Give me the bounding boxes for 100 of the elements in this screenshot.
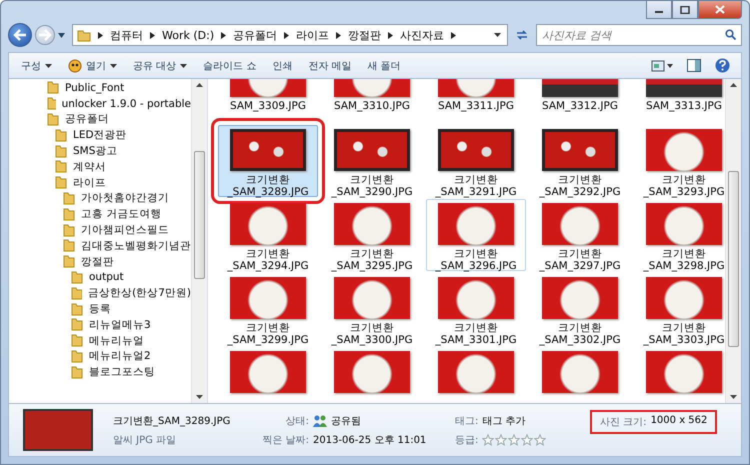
file-thumbnail-item[interactable]: 크기변환 _SAM_3296.JPG (426, 199, 526, 271)
folder-icon (63, 224, 75, 237)
scroll-down-icon[interactable] (730, 395, 737, 399)
toolbar-button[interactable]: 공유 대상 (127, 56, 194, 76)
breadcrumb-arrow-icon[interactable] (284, 32, 290, 38)
folder-icon (63, 192, 75, 205)
toolbar-button[interactable]: 구성 (15, 56, 58, 76)
file-thumbnail-item[interactable]: 크기변환 _SAM_3290.JPG (322, 125, 422, 197)
breadcrumb-item[interactable]: 사진자료 (400, 28, 444, 42)
file-thumbnail-item[interactable]: 크기변환 _SAM_3291.JPG (426, 125, 526, 197)
tree-item[interactable]: 깡절판 (9, 254, 191, 270)
star-icon[interactable] (482, 434, 494, 446)
close-icon (715, 5, 725, 14)
folder-icon (71, 318, 83, 332)
breadcrumb-item[interactable]: 컴퓨터 (110, 28, 143, 42)
file-thumbnail-item[interactable]: SAM_3311.JPG (426, 79, 526, 123)
star-icon[interactable] (495, 434, 508, 446)
folder-name: 라이프 (73, 176, 106, 190)
tree-item[interactable]: SMS광고 (9, 143, 191, 159)
tree-item[interactable]: Public_Font (9, 80, 191, 96)
tree-item[interactable]: 메뉴리뉴얼2 (9, 348, 191, 364)
breadcrumb-arrow-icon[interactable] (451, 32, 456, 38)
field-label: 태그: (455, 414, 478, 428)
scrollbar[interactable] (191, 79, 207, 403)
file-thumbnail-item[interactable]: 크기변환 _SAM_3293.JPG (634, 125, 725, 197)
field-label: 상태: (284, 414, 309, 428)
file-thumbnail-item[interactable]: 크기변환 _SAM_3302.JPG (530, 273, 630, 345)
tree-item[interactable]: 가아첫홈야간경기 (9, 190, 191, 206)
tree-item[interactable]: 고흥 거금도여행 (9, 206, 191, 222)
breadcrumb-item[interactable]: 깡절판 (348, 28, 382, 42)
breadcrumb-arrow-icon[interactable] (150, 32, 155, 38)
file-thumbnail-item[interactable]: 크기변환 _SAM_3294.JPG (218, 199, 318, 271)
scroll-down-icon[interactable] (196, 395, 203, 399)
file-thumbnail-item[interactable]: 크기변환 _SAM_3298.JPG (634, 199, 725, 271)
toolbar-button[interactable]: 인쇄 (266, 56, 298, 76)
breadcrumb-arrow-icon[interactable] (388, 32, 394, 38)
file-name: SAM_3311.JPG (438, 100, 514, 112)
folder-name: 김대중노벨평화기념관 (81, 238, 191, 253)
address-bar[interactable]: 컴퓨터 Work (D:) 공유폴더 라이프 깡절판 사진자료 (72, 24, 508, 46)
tree-item[interactable]: 라이프 (9, 174, 191, 191)
file-thumbnail-item[interactable]: SAM_3313.JPG (634, 79, 725, 123)
star-icon[interactable] (508, 434, 520, 446)
tree-item[interactable]: 메뉴리뉴얼 (9, 332, 191, 349)
file-thumbnail-item[interactable]: 크기변환 _SAM_3303.JPG (634, 273, 725, 345)
folder-name: 가아첫홈야간경기 (81, 191, 169, 206)
tree-item[interactable]: 등록 (9, 301, 191, 317)
toolbar-button[interactable]: 새 폴더 (362, 56, 407, 76)
file-name: 크기변환 _SAM_3291.JPG (435, 174, 517, 198)
tree-item[interactable]: unlocker 1.9.0 - portable (9, 96, 191, 112)
back-arrow-icon (13, 29, 27, 41)
file-thumbnail-item[interactable]: 크기변환 _SAM_3299.JPG (218, 273, 318, 345)
scroll-thumb[interactable] (194, 151, 205, 279)
minimize-button[interactable] (646, 1, 672, 19)
search-field[interactable]: 사진자료 검색 (536, 24, 742, 46)
tree-item[interactable]: 공유폴더 (9, 112, 191, 128)
back-button[interactable] (8, 23, 32, 47)
folder-name: 깡절판 (81, 254, 114, 269)
star-icon[interactable] (534, 434, 546, 446)
maximize-button[interactable] (672, 1, 698, 19)
caret-icon[interactable] (58, 32, 65, 38)
toolbar-button[interactable]: 전자 메일 (302, 56, 358, 76)
file-thumbnail-item[interactable]: 크기변환 _SAM_3295.JPG (322, 199, 422, 271)
toolbar-button[interactable]: 열기 (62, 56, 123, 76)
forward-arrow-icon (38, 29, 52, 41)
breadcrumb-item[interactable]: Work (D:) (162, 28, 214, 42)
breadcrumb-arrow-icon[interactable] (98, 32, 103, 38)
file-thumbnail-item[interactable]: SAM_3312.JPG (530, 79, 630, 123)
scrollbar[interactable] (725, 79, 741, 403)
caret-icon (45, 64, 52, 68)
file-name: 크기변환 _SAM_3303.JPG (643, 322, 725, 346)
file-thumbnail-item[interactable]: 크기변환 _SAM_3301.JPG (426, 273, 526, 345)
file-thumbnail-item[interactable]: 크기변환 _SAM_3292.JPG (530, 125, 630, 197)
tree-item[interactable]: 기아챔피언스필드 (9, 222, 191, 238)
scroll-up-icon[interactable] (196, 83, 203, 87)
tree-item[interactable]: 계약서 (9, 158, 191, 175)
close-button[interactable] (698, 1, 742, 19)
tree-item[interactable]: LED전광판 (9, 127, 191, 144)
scroll-up-icon[interactable] (730, 83, 737, 87)
rating-stars[interactable] (482, 434, 546, 446)
tree-item[interactable]: output (9, 270, 191, 286)
tree-item[interactable]: 김대중노벨평화기념관 (9, 238, 191, 254)
breadcrumb-arrow-icon[interactable] (221, 32, 226, 38)
tree-item[interactable]: 블로그포스팅 (9, 364, 191, 380)
file-thumbnail-item[interactable]: SAM_3309.JPG (218, 79, 318, 123)
tree-item[interactable]: 리뉴얼메뉴3 (9, 316, 191, 333)
star-icon[interactable] (521, 434, 534, 446)
caret-icon[interactable] (494, 33, 501, 37)
caret-icon (180, 64, 188, 68)
file-thumbnail-item[interactable]: 크기변환 _SAM_3300.JPG (322, 273, 422, 345)
tree-item[interactable]: 금상한상(한상7만원) (9, 285, 191, 302)
file-thumbnail-item[interactable]: SAM_3310.JPG (322, 79, 422, 123)
file-thumbnail-item[interactable]: 크기변환 _SAM_3297.JPG (530, 199, 630, 271)
breadcrumb-item[interactable]: 공유폴더 (233, 28, 278, 42)
scroll-thumb[interactable] (728, 171, 739, 347)
caret-icon (110, 64, 117, 68)
breadcrumb-arrow-icon[interactable] (336, 32, 342, 38)
breadcrumb-item[interactable]: 라이프 (296, 28, 330, 42)
file-name: 크기변환 _SAM_3293.JPG (643, 174, 725, 198)
folder-name: 등록 (89, 302, 111, 316)
toolbar-button[interactable]: 슬라이드 쇼 (197, 56, 262, 76)
